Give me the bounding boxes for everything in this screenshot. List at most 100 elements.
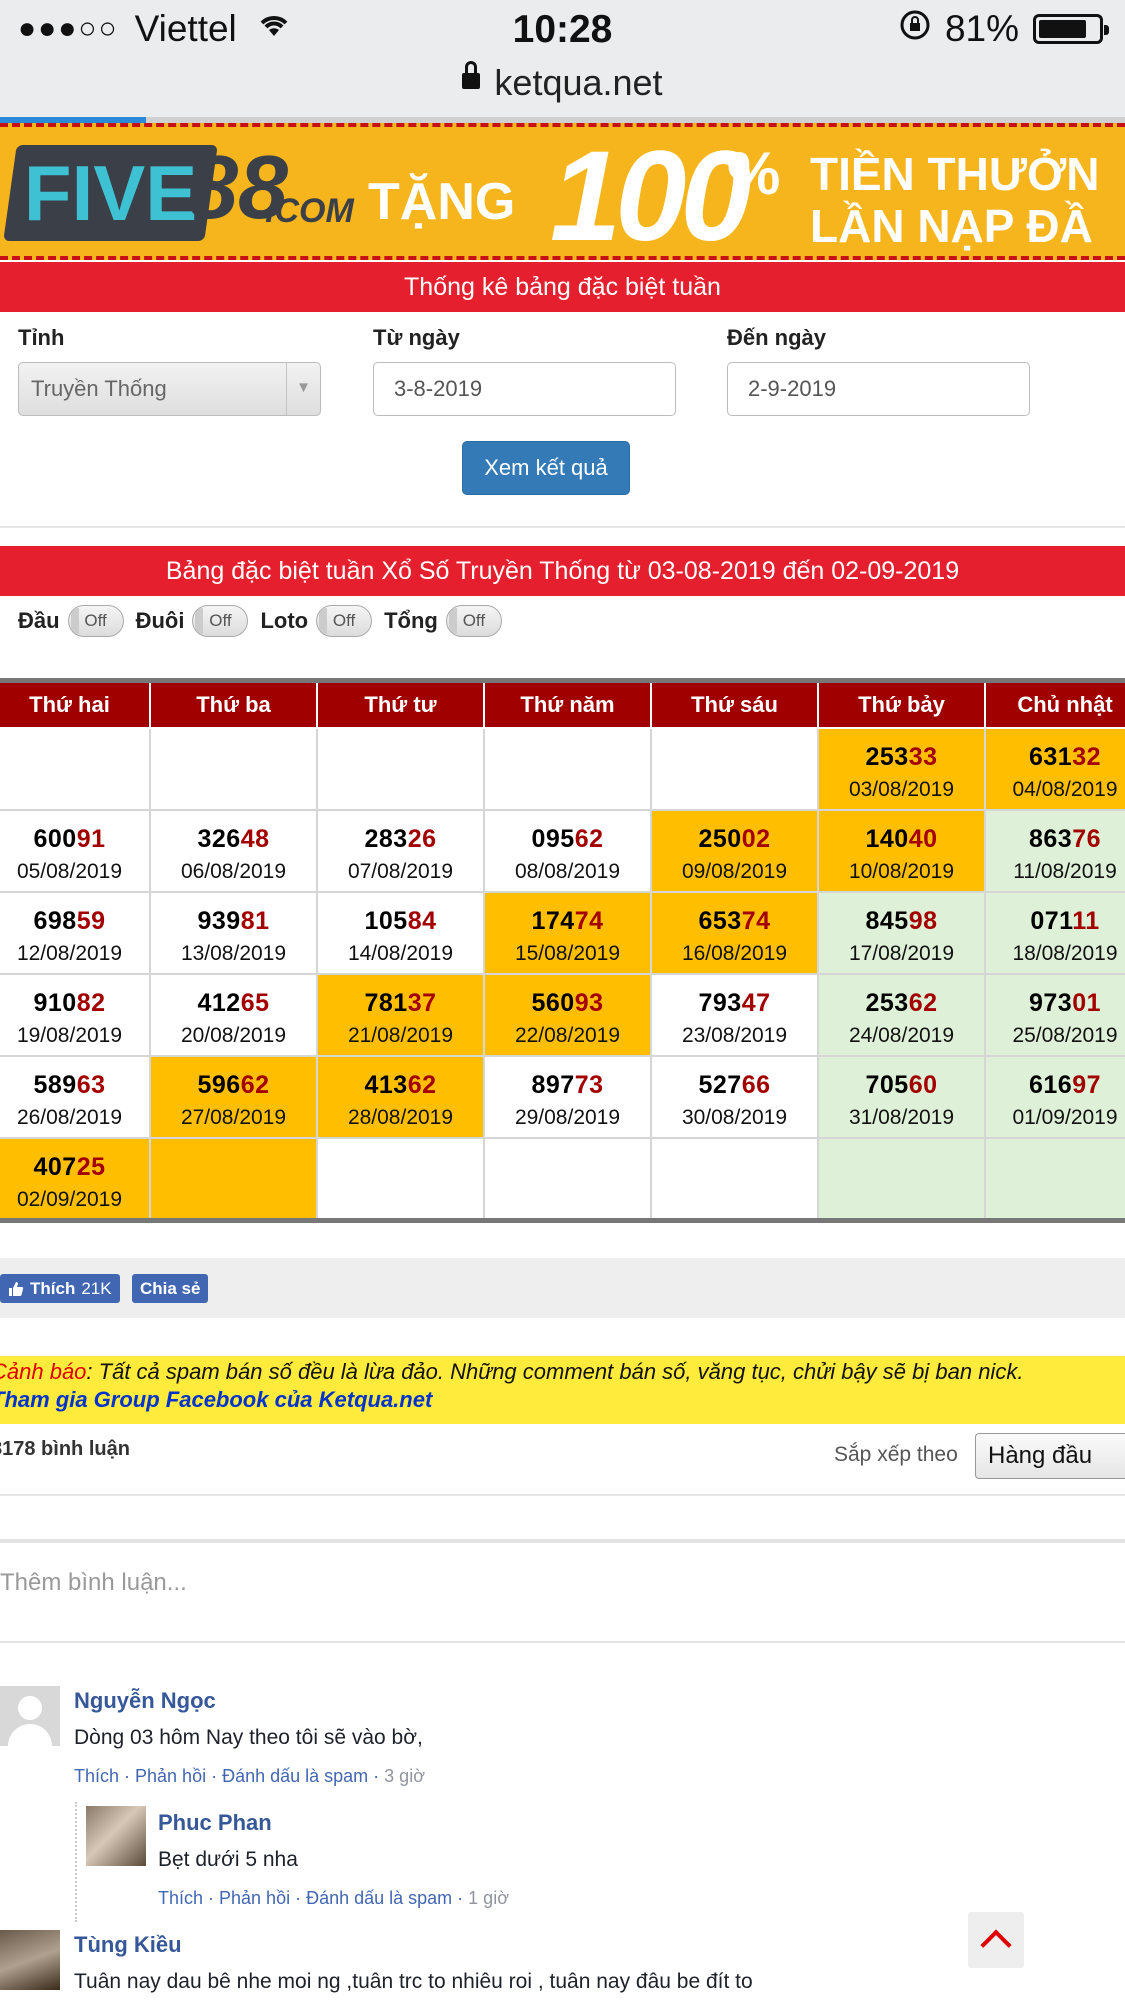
prize-number-tail: 59 bbox=[76, 907, 106, 935]
draw-date: 21/08/2019 bbox=[347, 1024, 454, 1047]
from-date-input[interactable] bbox=[373, 362, 676, 416]
table-cell: 63132 04/08/2019 bbox=[986, 729, 1125, 811]
to-date-label: Đến ngày bbox=[727, 325, 827, 350]
prize-number-head: 863 bbox=[1028, 825, 1073, 853]
scroll-to-top-button[interactable] bbox=[968, 1912, 1024, 1968]
comment-actions-links[interactable]: Thích · Phản hồi · Đánh dấu là spam · bbox=[158, 1888, 468, 1908]
to-date-input[interactable] bbox=[727, 362, 1030, 416]
province-select[interactable]: Truyền Thống ▼ bbox=[18, 362, 321, 416]
prize-number: 28326 bbox=[318, 825, 483, 854]
column-header: Thứ bảy bbox=[819, 683, 986, 727]
draw-date: 10/08/2019 bbox=[848, 860, 955, 883]
toggle-label: Loto bbox=[260, 608, 309, 633]
toggle-switch[interactable]: Off bbox=[67, 605, 124, 637]
table-cell: 65374 16/08/2019 bbox=[652, 893, 819, 975]
comment-actions: Thích · Phản hồi · Đánh dấu là spam · 1 … bbox=[158, 1888, 509, 1909]
prize-number-tail: 97 bbox=[1072, 1071, 1102, 1099]
prize-number-head: 250 bbox=[698, 825, 742, 853]
prize-number-head: 253 bbox=[865, 989, 909, 1017]
table-cell: 93981 13/08/2019 bbox=[151, 893, 318, 975]
table-cell: 61697 01/09/2019 bbox=[986, 1057, 1125, 1139]
battery-percent: 81% bbox=[944, 8, 1019, 49]
view-results-button[interactable]: Xem kết quả bbox=[462, 441, 630, 495]
comment-author[interactable]: Tùng Kiều bbox=[74, 1932, 182, 1958]
comment-actions-links[interactable]: Thích · Phản hồi · Đánh dấu là spam · bbox=[74, 1766, 384, 1786]
banner-gift-text: TẶNG bbox=[368, 173, 516, 231]
prize-number: 79347 bbox=[652, 989, 817, 1018]
prize-number: 69859 bbox=[0, 907, 149, 936]
prize-number-head: 845 bbox=[865, 907, 909, 935]
prize-number-head: 071 bbox=[1030, 907, 1073, 935]
table-cell: 91082 19/08/2019 bbox=[0, 975, 151, 1057]
toggle-switch[interactable]: Off bbox=[316, 605, 373, 637]
prize-number: 70560 bbox=[819, 1071, 984, 1100]
prize-number-tail: 62 bbox=[574, 825, 604, 853]
table-cell bbox=[151, 729, 318, 811]
banner-amount: 100 bbox=[550, 125, 752, 260]
prize-number: 78137 bbox=[318, 989, 483, 1018]
draw-date: 27/08/2019 bbox=[180, 1106, 287, 1129]
prize-number-head: 174 bbox=[531, 907, 575, 935]
table-cell bbox=[819, 1139, 986, 1221]
comment-author[interactable]: Nguyễn Ngọc bbox=[74, 1688, 216, 1714]
banner-logo: FIVE bbox=[3, 145, 219, 241]
table-cell bbox=[318, 1139, 485, 1221]
prize-number-head: 910 bbox=[33, 989, 77, 1017]
table-cell: 10584 14/08/2019 bbox=[318, 893, 485, 975]
draw-date: 06/08/2019 bbox=[180, 860, 287, 883]
prize-number-tail: 81 bbox=[240, 907, 270, 935]
prize-number-tail: 33 bbox=[908, 743, 938, 771]
prize-number-tail: 62 bbox=[240, 1071, 270, 1099]
prize-number-head: 653 bbox=[698, 907, 742, 935]
prize-number-head: 600 bbox=[33, 825, 77, 853]
comment-time: 3 giờ bbox=[384, 1766, 425, 1786]
toggle-label: Đuôi bbox=[135, 608, 185, 633]
prize-number-tail: 76 bbox=[1072, 825, 1102, 853]
toggle-switch[interactable]: Off bbox=[192, 605, 249, 637]
prize-number-head: 589 bbox=[33, 1071, 77, 1099]
table-cell bbox=[151, 1139, 318, 1221]
rotation-lock-icon bbox=[899, 9, 931, 49]
avatar[interactable] bbox=[0, 1686, 60, 1746]
column-header: Thứ năm bbox=[485, 683, 652, 727]
facebook-like-button[interactable]: Thích 21K bbox=[0, 1274, 120, 1303]
prize-number-head: 412 bbox=[197, 989, 241, 1017]
draw-date: 01/09/2019 bbox=[1012, 1106, 1118, 1129]
draw-date: 14/08/2019 bbox=[347, 942, 454, 965]
prize-number-head: 793 bbox=[698, 989, 742, 1017]
prize-number-tail: 65 bbox=[240, 989, 270, 1017]
prize-number-head: 095 bbox=[531, 825, 575, 853]
prize-number-head: 253 bbox=[865, 743, 909, 771]
table-cell: 14040 10/08/2019 bbox=[819, 811, 986, 893]
toggle-switch[interactable]: Off bbox=[445, 605, 502, 637]
prize-number-tail: 47 bbox=[741, 989, 771, 1017]
prize-number-tail: 73 bbox=[574, 1071, 604, 1099]
draw-date: 13/08/2019 bbox=[180, 942, 287, 965]
comment-count: 8178 bình luận bbox=[0, 1438, 130, 1460]
table-cell bbox=[318, 729, 485, 811]
comment-author[interactable]: Phuc Phan bbox=[158, 1810, 272, 1836]
divider bbox=[0, 1494, 1125, 1496]
comment-input[interactable]: Thêm bình luận... bbox=[0, 1539, 1125, 1643]
sort-select[interactable]: Hàng đầu bbox=[975, 1433, 1125, 1479]
prize-number-tail: 37 bbox=[407, 989, 437, 1017]
prize-number: 17474 bbox=[485, 907, 650, 936]
ad-banner[interactable]: FIVE 88 .COM TẶNG 100 % TIỀN THƯỞN LẦN N… bbox=[0, 123, 1125, 260]
chevron-down-icon: ▼ bbox=[286, 363, 320, 415]
table-cell: 41362 28/08/2019 bbox=[318, 1057, 485, 1139]
avatar[interactable] bbox=[0, 1930, 60, 1990]
prize-number-head: 283 bbox=[364, 825, 408, 853]
prize-number: 91082 bbox=[0, 989, 149, 1018]
avatar[interactable] bbox=[86, 1806, 146, 1866]
table-cell: 09562 08/08/2019 bbox=[485, 811, 652, 893]
thumbs-up-icon bbox=[9, 1281, 24, 1296]
prize-number-head: 781 bbox=[364, 989, 408, 1017]
facebook-group-link[interactable]: Tham gia Group Facebook của Ketqua.net bbox=[0, 1387, 1125, 1413]
prize-number: 40725 bbox=[0, 1153, 149, 1182]
facebook-share-button[interactable]: Chia sẻ bbox=[132, 1274, 209, 1303]
url-bar[interactable]: ketqua.net bbox=[0, 60, 1125, 120]
prize-number: 52766 bbox=[652, 1071, 817, 1100]
prize-number: 58963 bbox=[0, 1071, 149, 1100]
prize-number-tail: 40 bbox=[908, 825, 938, 853]
table-cell: 79347 23/08/2019 bbox=[652, 975, 819, 1057]
